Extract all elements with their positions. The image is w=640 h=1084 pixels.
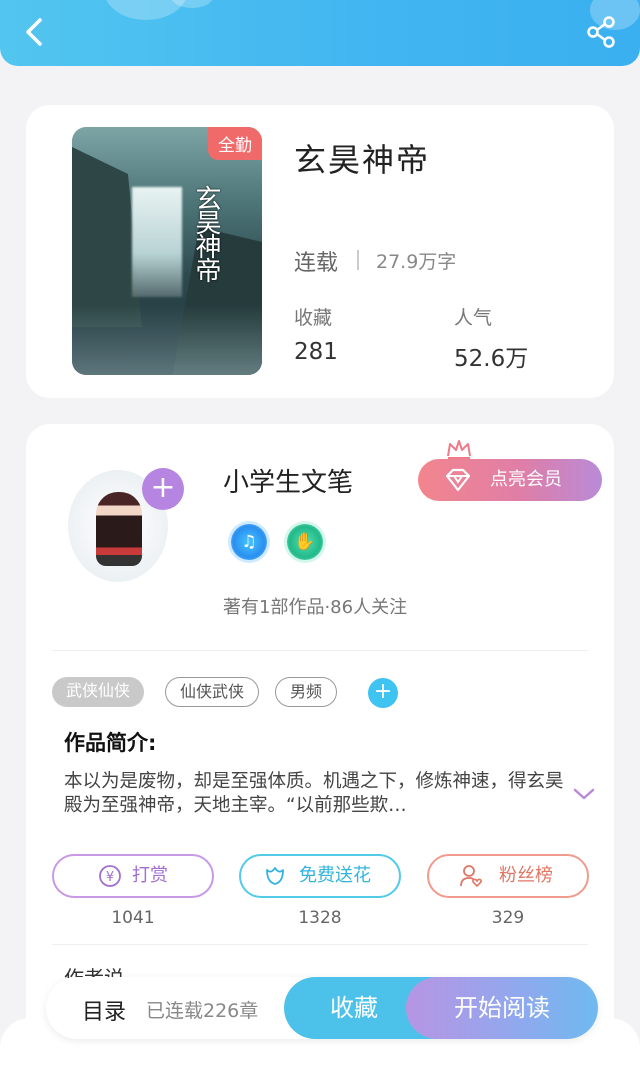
synopsis-title: 作品简介: xyxy=(64,731,157,755)
tag-wuxia-xianxia[interactable]: 武侠仙侠 xyxy=(52,677,145,707)
author-name[interactable]: 小学生文笔 xyxy=(223,462,353,499)
cover-mist xyxy=(72,305,262,375)
fans-ranking-label: 粉丝榜 xyxy=(499,865,553,886)
cover-title-art: 玄昊神帝 xyxy=(191,185,221,281)
flower-icon xyxy=(266,867,284,885)
favorites-value: 281 xyxy=(294,339,338,365)
popularity-value: 52.6万 xyxy=(454,346,529,372)
avatar-figure xyxy=(96,492,142,566)
cover-waterfall xyxy=(132,187,182,297)
share-button[interactable] xyxy=(584,14,620,50)
book-info-card: 玄昊神帝 全勤 玄昊神帝 连载 27.9万字 收藏 281 人气 52.6万 xyxy=(26,105,614,398)
serial-status: 连载 xyxy=(294,251,339,276)
fans-icon xyxy=(460,865,482,888)
reward-button[interactable]: ¥ 打赏 xyxy=(52,854,214,898)
popularity-label: 人气 xyxy=(454,307,493,329)
start-reading-button[interactable]: 开始阅读 xyxy=(406,977,598,1039)
music-medal-icon[interactable]: ♫ xyxy=(231,524,267,560)
synopsis-text: 本以为是废物，却是至强体质。机遇之下，修炼神速，得玄昊殿为至强神帝，天地主宰。“… xyxy=(64,771,564,816)
handshake-medal-icon[interactable]: ✋ xyxy=(287,524,323,560)
tag-xianxia-wuxia[interactable]: 仙侠武侠 xyxy=(165,677,260,707)
chevron-down-icon[interactable] xyxy=(572,786,596,802)
follow-author-button[interactable]: + xyxy=(142,468,184,510)
flower-count: 1328 xyxy=(298,908,342,928)
bottom-action-bar: 目录 已连载226章 收藏 开始阅读 xyxy=(46,977,598,1039)
yen-icon: ¥ xyxy=(99,865,121,887)
book-cover-image[interactable]: 玄昊神帝 全勤 xyxy=(72,127,262,375)
reward-label: 打赏 xyxy=(132,865,168,886)
divider xyxy=(52,944,588,945)
chapter-count[interactable]: 已连载226章 xyxy=(146,996,258,1023)
author-notes-peek: 作者说 xyxy=(64,966,124,978)
reward-count: 1041 xyxy=(111,908,155,928)
vip-button-label: 点亮会员 xyxy=(490,469,562,490)
svg-text:¥: ¥ xyxy=(106,870,114,885)
top-header xyxy=(0,0,640,66)
vip-membership-button[interactable]: 点亮会员 xyxy=(418,459,602,501)
crown-icon xyxy=(447,440,471,459)
share-icon xyxy=(587,16,615,48)
table-of-contents-button[interactable]: 目录 xyxy=(82,994,126,1026)
divider xyxy=(52,650,588,651)
diamond-icon xyxy=(445,468,471,492)
full-attendance-badge: 全勤 xyxy=(208,127,262,160)
fans-ranking-button[interactable]: 粉丝榜 xyxy=(427,854,589,898)
word-count: 27.9万字 xyxy=(376,251,457,273)
send-flower-button[interactable]: 免费送花 xyxy=(239,854,401,898)
favorites-label: 收藏 xyxy=(294,307,333,329)
book-title: 玄昊神帝 xyxy=(294,141,431,179)
author-works-followers: 著有1部作品·86人关注 xyxy=(223,597,408,618)
tag-male-channel[interactable]: 男频 xyxy=(275,677,338,707)
fans-count: 329 xyxy=(491,908,525,928)
add-tag-button[interactable]: + xyxy=(368,678,398,708)
divider xyxy=(357,250,359,270)
chevron-left-icon xyxy=(26,18,42,46)
send-flower-label: 免费送花 xyxy=(299,865,371,886)
back-button[interactable] xyxy=(18,14,54,50)
